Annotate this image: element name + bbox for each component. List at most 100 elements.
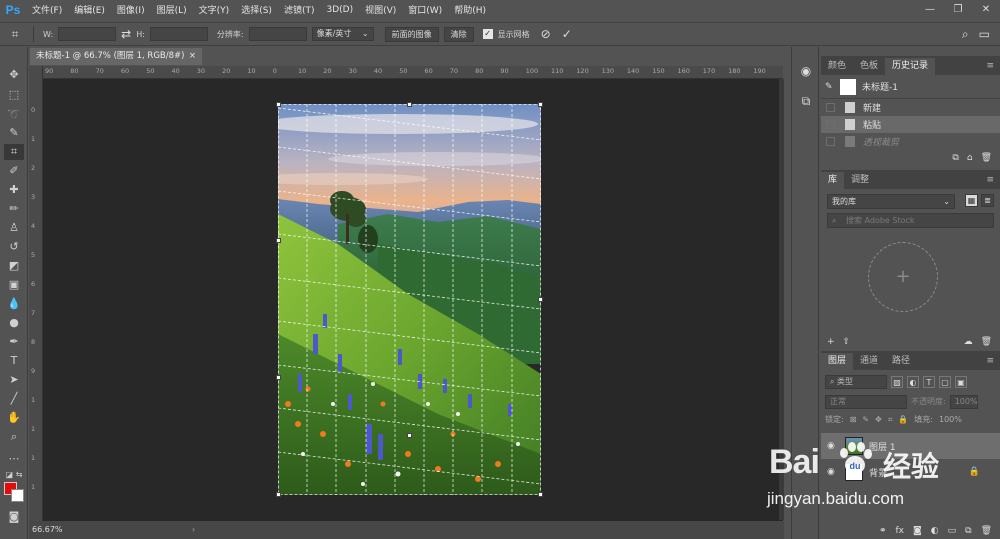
list-view-icon[interactable]: ≣ bbox=[981, 194, 994, 207]
add-to-library-icon[interactable]: + bbox=[868, 242, 938, 312]
zoom-level[interactable]: 66.67% bbox=[32, 525, 63, 534]
brush-tool-icon[interactable]: ✏ bbox=[4, 201, 24, 217]
more-tools-icon[interactable]: ⋯ bbox=[4, 451, 24, 467]
restore-button[interactable]: ❐ bbox=[944, 0, 972, 19]
close-tab-icon[interactable]: × bbox=[189, 48, 196, 65]
link-layers-icon[interactable]: ⚭ bbox=[879, 526, 887, 536]
search-icon[interactable]: ⌕ bbox=[962, 27, 969, 42]
move-tool-icon[interactable]: ✥ bbox=[4, 67, 24, 83]
crop-handle-top[interactable] bbox=[407, 102, 412, 107]
default-colors-icon[interactable]: ◪ ⇆ bbox=[4, 467, 24, 483]
app-logo[interactable]: Ps bbox=[0, 0, 26, 19]
menu-view[interactable]: 视图(V) bbox=[359, 3, 402, 16]
history-checkbox[interactable] bbox=[826, 120, 835, 129]
type-tool-icon[interactable]: T bbox=[4, 353, 24, 369]
cloud-icon[interactable]: ☁ bbox=[964, 337, 973, 347]
resolution-input[interactable] bbox=[248, 27, 307, 41]
vertical-ruler[interactable]: 0 1 2 3 4 5 6 7 8 9 1 1 1 1 bbox=[29, 66, 43, 521]
crop-handle-bottom-left[interactable] bbox=[276, 492, 281, 497]
info-panel-icon[interactable]: ◉ bbox=[798, 63, 814, 79]
blend-mode-select[interactable]: 正常 bbox=[825, 394, 907, 409]
minimize-button[interactable]: — bbox=[916, 0, 944, 19]
dodge-tool-icon[interactable]: ● bbox=[4, 315, 24, 331]
marquee-tool-icon[interactable]: ⬚ bbox=[4, 87, 24, 103]
tab-adjustments[interactable]: 调整 bbox=[844, 172, 876, 189]
menu-edit[interactable]: 编辑(E) bbox=[68, 3, 111, 16]
crop-handle-top-right[interactable] bbox=[538, 102, 543, 107]
trash-icon[interactable]: 🗑 bbox=[981, 337, 992, 347]
new-group-icon[interactable]: ▭ bbox=[948, 526, 957, 536]
height-input[interactable] bbox=[149, 27, 208, 41]
layer-row[interactable]: ◉ 背景 🔒 bbox=[821, 459, 1000, 485]
history-snapshot[interactable]: ✎ 未标题-1 bbox=[821, 75, 1000, 99]
tab-swatches[interactable]: 色板 bbox=[853, 58, 885, 75]
new-document-from-state-icon[interactable]: ⧉ bbox=[952, 153, 958, 163]
line-tool-icon[interactable]: ╱ bbox=[4, 391, 24, 407]
lock-artboard-icon[interactable]: ⌗ bbox=[888, 415, 893, 425]
lock-image-icon[interactable]: ✎ bbox=[862, 415, 869, 424]
history-checkbox[interactable] bbox=[826, 137, 835, 146]
type-filter-icon[interactable]: T bbox=[923, 376, 935, 388]
perspective-crop-tool-icon[interactable]: ⌗ bbox=[6, 25, 24, 43]
trash-icon[interactable]: 🗑 bbox=[981, 526, 992, 536]
clear-button[interactable]: 清除 bbox=[443, 26, 474, 42]
status-menu-arrow-icon[interactable]: › bbox=[192, 521, 195, 539]
menu-layer[interactable]: 图层(L) bbox=[151, 3, 193, 16]
crop-handle-bottom-right[interactable] bbox=[538, 492, 543, 497]
healing-brush-tool-icon[interactable]: ✚ bbox=[4, 182, 24, 198]
menu-select[interactable]: 选择(S) bbox=[235, 3, 278, 16]
opacity-input[interactable]: 100% bbox=[949, 394, 978, 409]
filter-kind-select[interactable]: ⌕ 类型 bbox=[825, 375, 887, 389]
smart-object-filter-icon[interactable]: ▣ bbox=[955, 376, 967, 388]
background-color-swatch[interactable] bbox=[11, 489, 24, 502]
layer-row-selected[interactable]: ◉ 图层 1 bbox=[821, 433, 1000, 459]
quick-mask-icon[interactable]: ◙ bbox=[4, 509, 24, 525]
clone-stamp-tool-icon[interactable]: ♙ bbox=[4, 220, 24, 236]
document-tab[interactable]: 未标题-1 @ 66.7% (图层 1, RGB/8#) * × bbox=[30, 48, 202, 78]
lock-position-icon[interactable]: ✥ bbox=[875, 415, 882, 424]
history-item-selected[interactable]: 粘贴 bbox=[821, 116, 1000, 133]
crop-handle-bottom-middle[interactable] bbox=[407, 433, 412, 438]
crop-handle-top-left[interactable] bbox=[276, 102, 281, 107]
history-item[interactable]: 新建 bbox=[821, 99, 1000, 116]
gradient-tool-icon[interactable]: ▣ bbox=[4, 277, 24, 293]
eraser-tool-icon[interactable]: ◩ bbox=[4, 258, 24, 274]
library-search-input[interactable]: ⌕ 搜索 Adobe Stock bbox=[827, 213, 994, 228]
tab-libraries[interactable]: 库 bbox=[821, 172, 845, 189]
menu-3d[interactable]: 3D(D) bbox=[320, 5, 359, 15]
workspace-icon[interactable]: ▭ bbox=[979, 27, 990, 42]
blur-tool-icon[interactable]: 💧 bbox=[4, 296, 24, 312]
grid-view-icon[interactable]: ▦ bbox=[965, 194, 978, 207]
tab-paths[interactable]: 路径 bbox=[885, 353, 917, 370]
hand-tool-icon[interactable]: ✋ bbox=[4, 410, 24, 426]
fill-value[interactable]: 100% bbox=[939, 415, 962, 424]
history-brush-tool-icon[interactable]: ↺ bbox=[4, 239, 24, 255]
upload-icon[interactable]: ⇪ bbox=[843, 337, 851, 347]
menu-window[interactable]: 窗口(W) bbox=[402, 3, 448, 16]
menu-image[interactable]: 图像(I) bbox=[111, 3, 151, 16]
lock-transparent-icon[interactable]: ⊠ bbox=[850, 415, 857, 424]
crop-handle-right[interactable] bbox=[538, 297, 543, 302]
shape-filter-icon[interactable]: ▢ bbox=[939, 376, 951, 388]
cancel-icon[interactable]: ⊘ bbox=[541, 27, 551, 41]
visibility-eye-icon[interactable]: ◉ bbox=[827, 467, 839, 477]
properties-panel-icon[interactable]: ⧉ bbox=[798, 93, 814, 109]
vertical-scrollbar[interactable] bbox=[779, 79, 784, 520]
tab-channels[interactable]: 通道 bbox=[853, 353, 885, 370]
library-select[interactable]: 我的库 ⌄ bbox=[827, 194, 955, 209]
swap-icon[interactable]: ⇄ bbox=[121, 27, 131, 41]
crop-handle-left-upper[interactable] bbox=[276, 238, 281, 243]
panel-menu-icon[interactable]: ≡ bbox=[986, 172, 1000, 189]
new-layer-icon[interactable]: ⧉ bbox=[965, 526, 971, 536]
commit-icon[interactable]: ✓ bbox=[562, 27, 572, 41]
width-input[interactable] bbox=[58, 27, 117, 41]
tab-color[interactable]: 颜色 bbox=[821, 58, 853, 75]
tab-history[interactable]: 历史记录 bbox=[885, 58, 936, 75]
panel-menu-icon[interactable]: ≡ bbox=[986, 353, 1000, 370]
menu-help[interactable]: 帮助(H) bbox=[448, 3, 492, 16]
panel-menu-icon[interactable]: ≡ bbox=[986, 58, 1000, 75]
history-checkbox[interactable] bbox=[826, 103, 835, 112]
pen-tool-icon[interactable]: ✒ bbox=[4, 334, 24, 350]
pixel-filter-icon[interactable]: ▨ bbox=[891, 376, 903, 388]
adjustment-filter-icon[interactable]: ◐ bbox=[907, 376, 919, 388]
